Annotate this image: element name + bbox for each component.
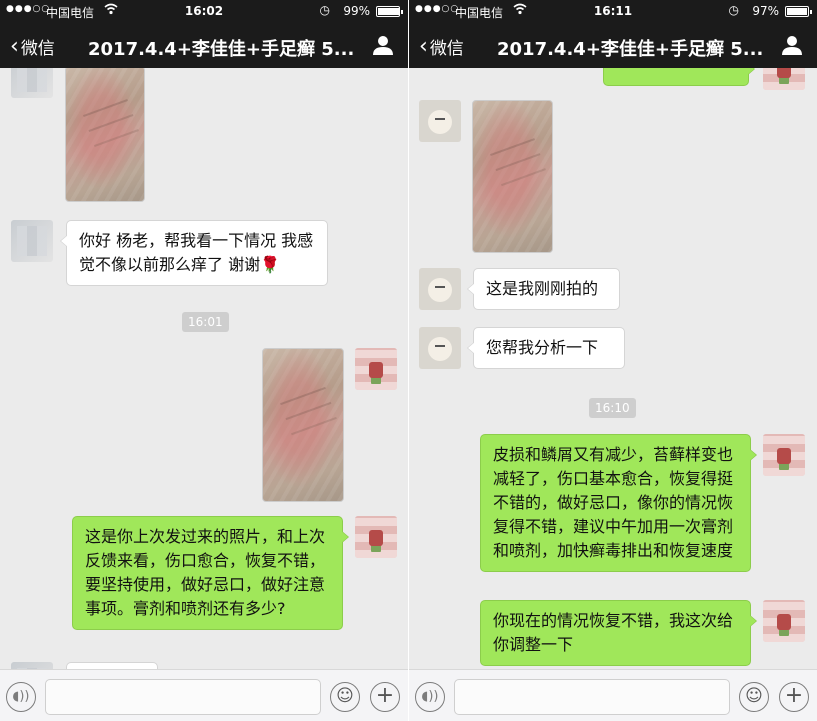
plus-icon[interactable]: + <box>779 682 809 712</box>
nav-bar: ‹ 微信 2017.4.4+李佳佳+手足癣 5... <box>0 22 408 68</box>
battery-percent: 97% <box>752 4 779 18</box>
chat-screen-right: ●●●○○ 中国电信 16:11 ◷ 97% ‹ 微信 2017.4.4+李佳佳… <box>409 0 817 721</box>
hand-photo[interactable] <box>472 100 553 253</box>
avatar[interactable] <box>11 68 53 98</box>
sent-message[interactable] <box>603 68 755 86</box>
battery-percent: 99% <box>343 4 370 18</box>
person-icon[interactable] <box>372 34 394 56</box>
message-input[interactable] <box>454 679 730 715</box>
avatar[interactable] <box>355 348 397 390</box>
received-message[interactable]: 这是我刚刚拍的 <box>467 268 620 310</box>
battery-icon <box>376 6 403 17</box>
avatar[interactable] <box>419 327 461 369</box>
sent-message[interactable]: 皮损和鳞屑又有减少，苔藓样变也减轻了，伤口基本愈合，恢复得挺不错的，做好忌口，像… <box>480 434 757 572</box>
plus-icon[interactable]: + <box>370 682 400 712</box>
avatar[interactable] <box>763 434 805 476</box>
rotation-lock-icon: ◷ <box>728 3 739 17</box>
emoji-icon[interactable]: ☺ <box>739 682 769 712</box>
input-bar: ◖)) ☺ + <box>0 669 408 721</box>
rotation-lock-icon: ◷ <box>319 3 330 17</box>
avatar[interactable] <box>419 100 461 142</box>
battery-icon <box>785 6 812 17</box>
avatar[interactable] <box>11 220 53 262</box>
voice-icon[interactable]: ◖)) <box>415 682 445 712</box>
avatar[interactable] <box>419 268 461 310</box>
chevron-left-icon: ‹ <box>419 33 428 59</box>
avatar[interactable] <box>355 516 397 558</box>
hand-photo[interactable] <box>262 348 344 502</box>
status-bar: ●●●○○ 中国电信 16:02 ◷ 99% <box>0 0 408 22</box>
avatar[interactable] <box>763 600 805 642</box>
nav-bar: ‹ 微信 2017.4.4+李佳佳+手足癣 5... <box>409 22 817 68</box>
person-icon[interactable] <box>781 34 803 56</box>
back-button[interactable]: ‹ 微信 <box>10 34 55 59</box>
back-label: 微信 <box>20 39 55 59</box>
sent-message[interactable]: 你现在的情况恢复不错，我这次给你调整一下 <box>480 600 757 666</box>
back-label: 微信 <box>429 39 464 59</box>
chat-title: 2017.4.4+李佳佳+手足癣 5... <box>88 39 355 60</box>
voice-icon[interactable]: ◖)) <box>6 682 36 712</box>
received-message[interactable] <box>66 662 158 669</box>
chat-screen-left: ●●●○○ 中国电信 16:02 ◷ 99% ‹ 微信 2017.4.4+李佳佳… <box>0 0 408 721</box>
received-message[interactable]: 你好 杨老，帮我看一下情况 我感觉不像以前那么痒了 谢谢🌹 <box>60 220 328 286</box>
chat-title: 2017.4.4+李佳佳+手足癣 5... <box>497 39 764 60</box>
back-button[interactable]: ‹ 微信 <box>419 34 464 59</box>
message-input[interactable] <box>45 679 321 715</box>
message-timestamp: 16:01 <box>182 312 229 332</box>
sent-message[interactable]: 这是你上次发过来的照片，和上次反馈来看，伤口愈合，恢复不错，要坚持使用，做好忌口… <box>72 516 349 630</box>
avatar[interactable] <box>763 68 805 90</box>
hand-photo[interactable] <box>65 68 145 202</box>
chevron-left-icon: ‹ <box>10 33 19 59</box>
status-bar: ●●●○○ 中国电信 16:11 ◷ 97% <box>409 0 817 22</box>
message-list: 你好 杨老，帮我看一下情况 我感觉不像以前那么痒了 谢谢🌹 16:01 这是你上… <box>0 68 408 669</box>
message-timestamp: 16:10 <box>589 398 636 418</box>
message-list: 这是我刚刚拍的 您帮我分析一下 16:10 皮损和鳞屑又有减少，苔藓样变也减轻了… <box>409 68 817 669</box>
avatar[interactable] <box>11 662 53 669</box>
emoji-icon[interactable]: ☺ <box>330 682 360 712</box>
input-bar: ◖)) ☺ + <box>409 669 817 721</box>
received-message[interactable]: 您帮我分析一下 <box>467 327 625 369</box>
